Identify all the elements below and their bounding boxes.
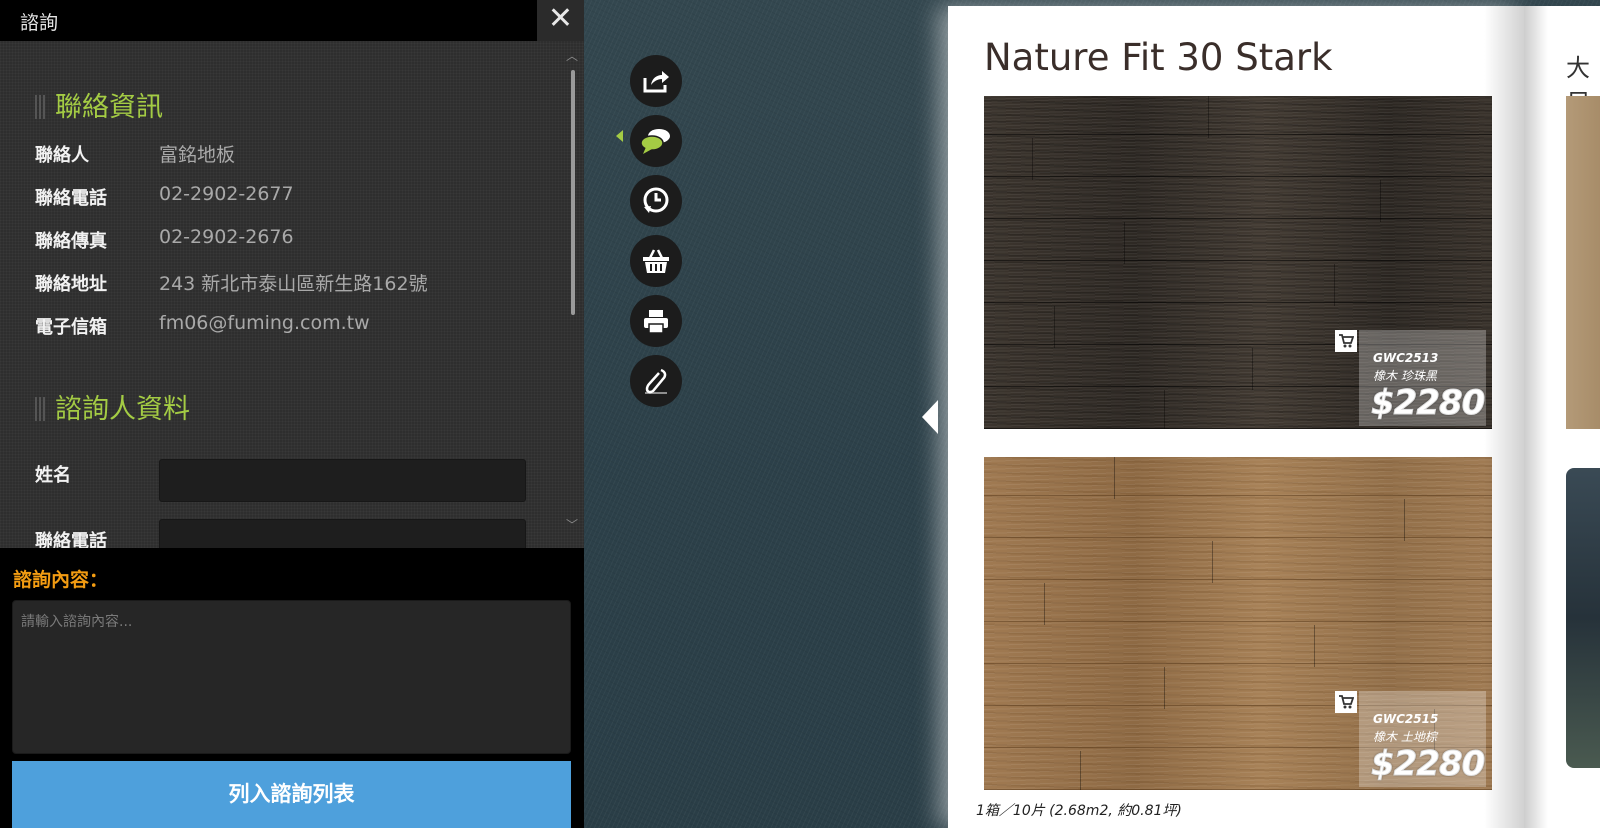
product-name: 橡木 珍珠黑 xyxy=(1373,369,1437,383)
scroll-up-icon[interactable]: ︿ xyxy=(564,49,580,63)
inquirer-phone-label: 聯絡電話 xyxy=(35,531,107,548)
cart-icon xyxy=(1339,695,1354,709)
address-value: 243 新北市泰山區新生路162號 xyxy=(159,273,428,295)
price-tag: GWC2515 橡木 土地棕 $2280 xyxy=(1335,691,1486,787)
chat-icon xyxy=(640,129,670,154)
phone-label: 聯絡電話 xyxy=(35,188,107,209)
product-code: GWC2513 xyxy=(1373,351,1439,365)
grip-icon xyxy=(35,397,47,421)
product-image[interactable] xyxy=(1566,96,1600,429)
contact-value: 富銘地板 xyxy=(159,144,236,166)
cart-icon xyxy=(1339,334,1354,348)
product-image[interactable]: GWC2513 橡木 珍珠黑 $2280 xyxy=(984,96,1492,429)
product-name: 橡木 土地棕 xyxy=(1373,730,1437,744)
product-image[interactable] xyxy=(1566,468,1600,768)
name-input[interactable] xyxy=(159,459,526,502)
catalog-page-left: Nature Fit 30 Stark GWC2513 橡木 珍珠黑 $2280 xyxy=(948,6,1524,828)
add-to-cart-button[interactable] xyxy=(1335,330,1357,352)
share-button[interactable] xyxy=(630,55,682,107)
add-to-cart-button[interactable] xyxy=(1335,691,1357,713)
catalog-page-right: 大尺 xyxy=(1524,6,1600,828)
phone-value: 02-2902-2677 xyxy=(159,183,294,205)
product-image[interactable]: GWC2515 橡木 土地棕 $2280 xyxy=(984,457,1492,790)
inquirer-heading: 諮詢人資料 xyxy=(35,393,190,427)
product-price: $2280 xyxy=(1370,744,1485,785)
print-icon xyxy=(644,310,668,334)
history-button[interactable] xyxy=(630,175,682,227)
email-label: 電子信箱 xyxy=(35,317,107,338)
grip-icon xyxy=(35,95,47,119)
cart-button[interactable] xyxy=(630,235,682,287)
basket-icon xyxy=(643,249,669,273)
info-scroll-area[interactable]: 聯絡資訊 聯絡人 富銘地板 聯絡電話 02-2902-2677 聯絡傳真 02-… xyxy=(0,41,584,548)
panel-header: 諮詢 ✕ xyxy=(0,0,584,41)
inquiry-button[interactable] xyxy=(630,115,682,167)
contact-label: 聯絡人 xyxy=(35,145,89,166)
fax-value: 02-2902-2676 xyxy=(159,226,294,248)
email-value: fm06@fuming.com.tw xyxy=(159,312,370,334)
contact-heading: 聯絡資訊 xyxy=(35,91,163,125)
close-button[interactable]: ✕ xyxy=(537,0,584,41)
contact-heading-text: 聯絡資訊 xyxy=(55,92,163,123)
address-label: 聯絡地址 xyxy=(35,274,107,295)
spec-note: 1箱／10片 (2.68m2, 約0.81坪) xyxy=(976,803,1182,819)
fax-label: 聯絡傳真 xyxy=(35,231,107,252)
scroll-down-icon[interactable]: ﹀ xyxy=(564,518,580,532)
panel-title: 諮詢 xyxy=(20,12,59,34)
page-title: Nature Fit 30 Stark xyxy=(984,36,1333,79)
note-icon xyxy=(645,368,667,394)
history-icon xyxy=(643,187,669,213)
content-label: 諮詢內容： xyxy=(13,569,109,591)
share-icon xyxy=(643,71,669,93)
name-label: 姓名 xyxy=(35,465,71,486)
inquirer-heading-text: 諮詢人資料 xyxy=(55,394,190,425)
inquiry-panel: 諮詢 ✕ 聯絡資訊 聯絡人 富銘地板 聯絡電話 02-2902-2677 聯絡傳… xyxy=(0,0,584,828)
print-button[interactable] xyxy=(630,295,682,347)
inquirer-phone-input[interactable] xyxy=(159,519,526,548)
active-marker-icon xyxy=(616,130,623,142)
product-code: GWC2515 xyxy=(1373,712,1439,726)
previous-page-button[interactable] xyxy=(922,400,938,434)
note-button[interactable] xyxy=(630,355,682,407)
scrollbar-thumb[interactable] xyxy=(571,70,575,315)
product-price: $2280 xyxy=(1370,383,1485,424)
add-to-inquiry-list-button[interactable]: 列入諮詢列表 xyxy=(12,761,571,828)
content-textarea[interactable] xyxy=(12,600,571,754)
price-tag: GWC2513 橡木 珍珠黑 $2280 xyxy=(1335,330,1486,426)
